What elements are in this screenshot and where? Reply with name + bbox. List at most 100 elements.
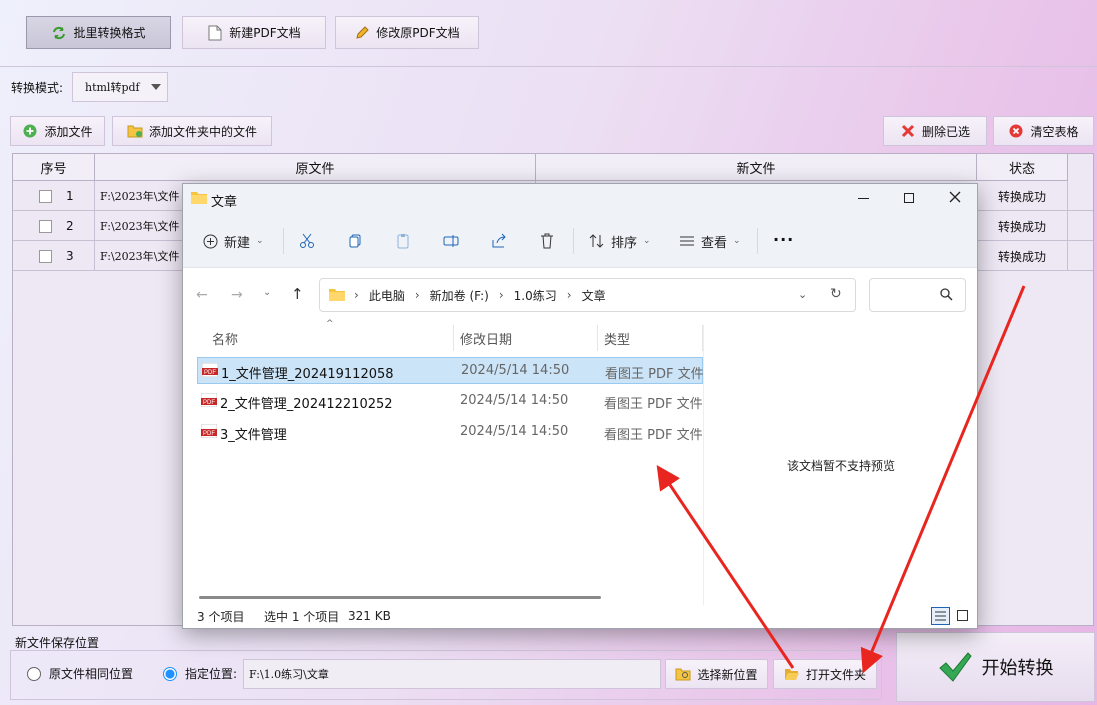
add-file-button[interactable]: 添加文件 (10, 116, 105, 146)
open-folder-button[interactable]: 打开文件夹 (773, 659, 877, 689)
file-name: 1_文件管理_202419112058 (221, 367, 394, 382)
preview-message: 该文档暂不支持预览 (787, 459, 896, 473)
refresh-icon[interactable]: ↻ (830, 286, 842, 302)
mode-select[interactable]: html转pdf (72, 72, 168, 102)
breadcrumb-sep: › (414, 288, 420, 302)
start-convert-button[interactable]: 开始转换 (896, 632, 1095, 702)
search-input[interactable] (869, 278, 966, 312)
row-status-text: 转换成功 (997, 189, 1046, 204)
start-convert-label: 开始转换 (981, 658, 1054, 679)
share-icon[interactable] (491, 233, 507, 252)
save-path-value: F:\1.0练习\文章 (249, 668, 329, 681)
back-arrow-icon[interactable]: ← (196, 287, 208, 303)
column-header-type-label: 类型 (604, 332, 631, 348)
explorer-title: 文章 (211, 195, 238, 210)
explorer-statusbar: 3 个项目 选中 1 个项目 321 KB (183, 604, 977, 628)
folder-search-icon (675, 666, 691, 682)
file-row[interactable]: PDF 3_文件管理 2024/5/14 14:50 看图王 PDF 文件 (197, 419, 703, 446)
same-location-label: 原文件相同位置 (49, 667, 134, 681)
explorer-titlebar: 文章 (183, 184, 977, 214)
new-pdf-label: 新建PDF文档 (229, 26, 301, 40)
new-pdf-tab[interactable]: 新建PDF文档 (182, 16, 326, 49)
file-row[interactable]: PDF 1_文件管理_202419112058 2024/5/14 14:50 … (197, 357, 704, 384)
batch-convert-tab[interactable]: 批里转换格式 (26, 16, 171, 49)
chevron-down-icon (151, 84, 161, 90)
row-index: 1 (66, 189, 74, 203)
toolbar-divider (0, 66, 1097, 67)
recent-chevron-icon[interactable]: ⌄ (263, 287, 271, 298)
mode-label: 转换模式: (11, 81, 64, 95)
minimize-icon[interactable] (858, 198, 869, 199)
details-view-icon[interactable] (931, 607, 950, 625)
address-bar[interactable]: › 此电脑 › 新加卷 (F:) › 1.0练习 › 文章 ⌄ ↻ (319, 278, 856, 312)
breadcrumb-current[interactable]: 文章 (582, 287, 606, 304)
mode-value: html转pdf (85, 81, 140, 94)
up-arrow-icon[interactable]: ↑ (291, 285, 304, 303)
row-checkbox[interactable] (39, 189, 52, 203)
chevron-down-icon: ⌄ (733, 236, 741, 246)
modify-pdf-tab[interactable]: 修改原PDF文档 (335, 16, 479, 49)
document-icon (207, 25, 223, 41)
row-checkbox[interactable] (39, 249, 52, 263)
checkmark-icon (938, 651, 972, 683)
chevron-down-icon: ⌄ (643, 236, 651, 246)
specified-option[interactable]: 指定位置: (163, 665, 237, 682)
delete-selected-button[interactable]: 删除已选 (883, 116, 987, 146)
folder-add-icon (127, 123, 143, 139)
pdf-icon: PDF (200, 423, 218, 439)
delete-icon[interactable] (539, 233, 555, 252)
breadcrumb-this-pc[interactable]: 此电脑 (369, 287, 405, 304)
tiles-view-icon[interactable] (957, 610, 968, 621)
add-folder-button[interactable]: 添加文件夹中的文件 (112, 116, 272, 146)
row-index: 2 (66, 219, 74, 233)
row-status: 转换成功 (977, 211, 1068, 241)
breadcrumb-drive[interactable]: 新加卷 (F:) (430, 287, 489, 304)
modify-pdf-label: 修改原PDF文档 (376, 26, 460, 40)
breadcrumb-folder[interactable]: 1.0练习 (514, 287, 557, 304)
forward-arrow-icon[interactable]: → (231, 287, 243, 303)
sort-button[interactable]: 排序 ⌄ (589, 230, 651, 252)
file-type: 看图王 PDF 文件 (605, 367, 704, 382)
save-path-field[interactable]: F:\1.0练习\文章 (243, 659, 661, 689)
folder-open-icon (784, 666, 800, 682)
more-icon[interactable]: ··· (773, 230, 794, 249)
row-index-cell: 3 (13, 241, 95, 271)
copy-icon[interactable] (347, 233, 363, 252)
maximize-icon[interactable] (904, 193, 914, 203)
column-header-name[interactable]: 名称 (197, 325, 454, 351)
column-header-target: 新文件 (536, 154, 977, 181)
clear-circle-icon (1008, 123, 1024, 139)
plus-circle-icon (203, 234, 218, 249)
view-button[interactable]: 查看 ⌄ (679, 230, 741, 252)
column-header-type[interactable]: 类型 (598, 325, 703, 351)
clear-table-button[interactable]: 清空表格 (993, 116, 1094, 146)
file-date: 2024/5/14 14:50 (460, 424, 569, 439)
delete-x-icon (900, 123, 916, 139)
same-location-radio[interactable] (27, 666, 41, 681)
file-name: 3_文件管理 (220, 428, 287, 443)
row-checkbox[interactable] (39, 219, 52, 233)
chevron-down-icon[interactable]: ⌄ (798, 288, 807, 301)
specified-radio[interactable] (163, 666, 177, 681)
choose-location-button[interactable]: 选择新位置 (665, 659, 768, 689)
view-icon (679, 233, 695, 249)
add-file-label: 添加文件 (44, 124, 93, 139)
close-icon[interactable] (948, 190, 962, 207)
paste-icon[interactable] (395, 233, 411, 252)
same-location-option[interactable]: 原文件相同位置 (27, 665, 133, 682)
file-type: 看图王 PDF 文件 (604, 397, 703, 412)
rename-icon[interactable] (443, 233, 459, 252)
horizontal-scrollbar[interactable] (199, 596, 601, 599)
new-button[interactable]: 新建 ⌄ (203, 230, 264, 252)
open-folder-label: 打开文件夹 (805, 667, 866, 682)
file-row[interactable]: PDF 2_文件管理_202412210252 2024/5/14 14:50 … (197, 388, 703, 415)
batch-convert-label: 批里转换格式 (73, 26, 146, 40)
row-status: 转换成功 (977, 181, 1068, 211)
svg-text:PDF: PDF (203, 431, 215, 437)
column-header-date[interactable]: 修改日期 (454, 325, 598, 351)
explorer-command-bar: 新建 ⌄ 排序 ⌄ 查看 ⌄ ··· (183, 214, 977, 268)
pencil-icon (354, 25, 370, 41)
add-folder-label: 添加文件夹中的文件 (148, 124, 257, 139)
cut-icon[interactable] (299, 233, 315, 252)
column-header-source: 原文件 (95, 154, 536, 181)
